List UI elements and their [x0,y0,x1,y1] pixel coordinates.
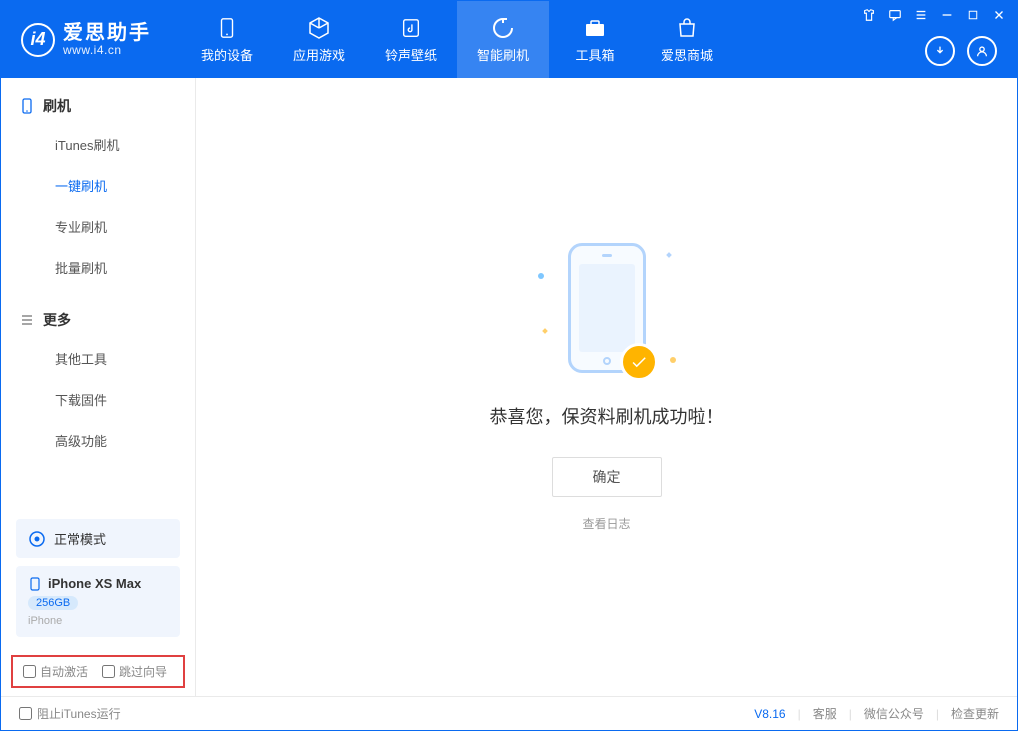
sidebar-item-itunes-flash[interactable]: iTunes刷机 [1,124,195,165]
logo-area: i4 爱思助手 www.i4.cn [1,1,161,78]
divider: | [849,707,852,721]
nav-tab-toolbox[interactable]: 工具箱 [549,1,641,78]
logo-text: 爱思助手 www.i4.cn [63,22,151,57]
device-mode[interactable]: 正常模式 [16,519,180,558]
download-icon[interactable] [925,36,955,66]
footer: 阻止iTunes运行 V8.16 | 客服 | 微信公众号 | 检查更新 [1,696,1017,730]
body: 刷机 iTunes刷机 一键刷机 专业刷机 批量刷机 更多 其他工具 下载固件 … [1,78,1017,696]
store-icon [674,15,700,41]
mode-icon [28,530,46,548]
phone-home [603,357,611,365]
divider: | [798,707,801,721]
sidebar-item-other-tools[interactable]: 其他工具 [1,338,195,379]
device-icon [214,15,240,41]
footer-left: 阻止iTunes运行 [19,705,121,722]
check-skip-guide[interactable]: 跳过向导 [102,663,167,680]
update-link[interactable]: 检查更新 [951,705,999,722]
bottom-checks: 自动激活 跳过向导 [11,655,185,688]
close-button[interactable] [991,7,1007,23]
nav-tab-ringtones[interactable]: 铃声壁纸 [365,1,457,78]
device-storage: 256GB [28,596,78,610]
toolbox-icon [582,15,608,41]
sidebar-section-flash: 刷机 iTunes刷机 一键刷机 专业刷机 批量刷机 [1,78,195,292]
header-right [925,36,997,66]
nav-tab-apps[interactable]: 应用游戏 [273,1,365,78]
app-title: 爱思助手 [63,22,151,44]
nav-label: 我的设备 [201,45,253,64]
nav-label: 铃声壁纸 [385,45,437,64]
sidebar-item-oneclick-flash[interactable]: 一键刷机 [1,165,195,206]
window-controls [861,7,1007,23]
device-info[interactable]: iPhone XS Max 256GB iPhone [16,566,180,637]
check-auto-activate[interactable]: 自动激活 [23,663,88,680]
block-itunes-label: 阻止iTunes运行 [37,705,121,722]
divider: | [936,707,939,721]
menu-icon[interactable] [913,7,929,23]
dot-icon [666,252,672,258]
view-log-link[interactable]: 查看日志 [582,515,630,532]
spark-icon [538,273,544,279]
device-type: iPhone [28,615,168,627]
nav-label: 工具箱 [575,45,614,64]
nav-label: 应用游戏 [293,45,345,64]
nav-tab-store[interactable]: 爱思商城 [641,1,733,78]
phone-screen [579,264,635,352]
footer-right: V8.16 | 客服 | 微信公众号 | 检查更新 [754,705,999,722]
phone-small-icon [28,577,42,591]
sidebar-section-more: 更多 其他工具 下载固件 高级功能 [1,292,195,465]
list-icon [19,312,35,328]
checkbox-auto-activate[interactable] [23,665,36,678]
cube-icon [306,15,332,41]
feedback-icon[interactable] [887,7,903,23]
maximize-button[interactable] [965,7,981,23]
logo-icon: i4 [21,23,55,57]
sidebar-item-download-fw[interactable]: 下载固件 [1,379,195,420]
phone-illustration [568,243,646,373]
shirt-icon[interactable] [861,7,877,23]
header: i4 爱思助手 www.i4.cn 我的设备 应用游戏 铃声壁纸 智能刷机 工具… [1,1,1017,78]
check-badge-icon [620,343,658,381]
nav-tabs: 我的设备 应用游戏 铃声壁纸 智能刷机 工具箱 爱思商城 [181,1,733,78]
dot-icon [542,328,548,334]
nav-label: 智能刷机 [477,45,529,64]
sidebar: 刷机 iTunes刷机 一键刷机 专业刷机 批量刷机 更多 其他工具 下载固件 … [1,78,196,696]
user-icon[interactable] [967,36,997,66]
support-link[interactable]: 客服 [813,705,837,722]
device-name-row: iPhone XS Max [28,576,168,591]
success-message: 恭喜您，保资料刷机成功啦！ [490,403,724,429]
sidebar-item-batch-flash[interactable]: 批量刷机 [1,247,195,288]
phone-icon [19,98,35,114]
minimize-button[interactable] [939,7,955,23]
sidebar-spacer [1,465,195,511]
section-title-flash: 刷机 [1,96,195,124]
music-icon [398,15,424,41]
flash-icon [490,15,516,41]
app-subtitle: www.i4.cn [63,44,151,57]
sidebar-item-advanced[interactable]: 高级功能 [1,420,195,461]
checkbox-skip-guide[interactable] [102,665,115,678]
phone-speaker [602,254,612,257]
spark-icon [670,357,676,363]
main-content: 恭喜您，保资料刷机成功啦！ 确定 查看日志 [196,78,1017,696]
nav-tab-smart-flash[interactable]: 智能刷机 [457,1,549,78]
checkbox-block-itunes[interactable] [19,707,32,720]
section-title-more: 更多 [1,310,195,338]
ok-button[interactable]: 确定 [552,457,662,497]
device-mode-label: 正常模式 [54,529,106,548]
device-name: iPhone XS Max [48,576,141,591]
sidebar-item-pro-flash[interactable]: 专业刷机 [1,206,195,247]
nav-label: 爱思商城 [661,45,713,64]
wechat-link[interactable]: 微信公众号 [864,705,924,722]
nav-tab-my-device[interactable]: 我的设备 [181,1,273,78]
version-label: V8.16 [754,707,785,721]
